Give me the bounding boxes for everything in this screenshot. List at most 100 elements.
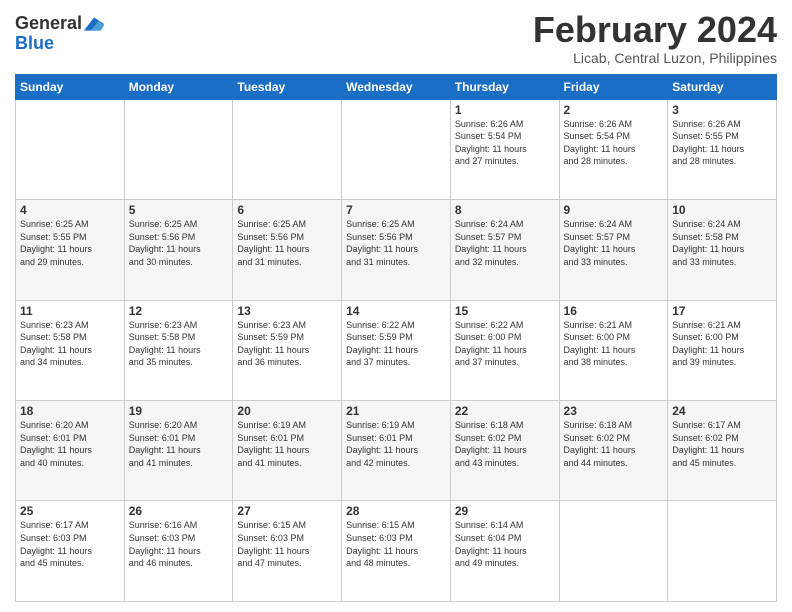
day-info: and 46 minutes. xyxy=(129,557,229,570)
day-info: and 34 minutes. xyxy=(20,356,120,369)
day-number: 18 xyxy=(20,404,120,418)
day-info: Sunset: 5:58 PM xyxy=(20,331,120,344)
table-row xyxy=(16,99,125,199)
table-row: 15Sunrise: 6:22 AMSunset: 6:00 PMDayligh… xyxy=(450,300,559,400)
day-number: 10 xyxy=(672,203,772,217)
table-row: 5Sunrise: 6:25 AMSunset: 5:56 PMDaylight… xyxy=(124,200,233,300)
day-info: Daylight: 11 hours xyxy=(346,444,446,457)
day-info: Sunset: 5:57 PM xyxy=(455,231,555,244)
table-row: 18Sunrise: 6:20 AMSunset: 6:01 PMDayligh… xyxy=(16,401,125,501)
day-info: and 30 minutes. xyxy=(129,256,229,269)
table-row: 11Sunrise: 6:23 AMSunset: 5:58 PMDayligh… xyxy=(16,300,125,400)
day-info: and 32 minutes. xyxy=(455,256,555,269)
day-number: 14 xyxy=(346,304,446,318)
day-info: and 39 minutes. xyxy=(672,356,772,369)
table-row: 26Sunrise: 6:16 AMSunset: 6:03 PMDayligh… xyxy=(124,501,233,602)
day-info: and 31 minutes. xyxy=(346,256,446,269)
day-info: Daylight: 11 hours xyxy=(564,444,664,457)
table-row xyxy=(559,501,668,602)
day-info: Daylight: 11 hours xyxy=(672,444,772,457)
day-info: and 27 minutes. xyxy=(455,155,555,168)
day-info: Daylight: 11 hours xyxy=(20,545,120,558)
day-info: and 36 minutes. xyxy=(237,356,337,369)
day-info: Daylight: 11 hours xyxy=(237,344,337,357)
table-row: 7Sunrise: 6:25 AMSunset: 5:56 PMDaylight… xyxy=(342,200,451,300)
day-info: Daylight: 11 hours xyxy=(129,344,229,357)
table-row: 27Sunrise: 6:15 AMSunset: 6:03 PMDayligh… xyxy=(233,501,342,602)
day-info: Daylight: 11 hours xyxy=(672,143,772,156)
calendar-week-5: 25Sunrise: 6:17 AMSunset: 6:03 PMDayligh… xyxy=(16,501,777,602)
day-info: and 44 minutes. xyxy=(564,457,664,470)
calendar-week-4: 18Sunrise: 6:20 AMSunset: 6:01 PMDayligh… xyxy=(16,401,777,501)
day-info: Sunrise: 6:15 AM xyxy=(237,519,337,532)
day-info: Sunrise: 6:14 AM xyxy=(455,519,555,532)
table-row: 1Sunrise: 6:26 AMSunset: 5:54 PMDaylight… xyxy=(450,99,559,199)
day-info: Sunset: 6:02 PM xyxy=(564,432,664,445)
day-info: Sunset: 5:59 PM xyxy=(237,331,337,344)
day-info: and 47 minutes. xyxy=(237,557,337,570)
title-section: February 2024 Licab, Central Luzon, Phil… xyxy=(533,10,777,66)
day-number: 17 xyxy=(672,304,772,318)
table-row: 20Sunrise: 6:19 AMSunset: 6:01 PMDayligh… xyxy=(233,401,342,501)
table-row: 22Sunrise: 6:18 AMSunset: 6:02 PMDayligh… xyxy=(450,401,559,501)
day-info: Sunrise: 6:22 AM xyxy=(455,319,555,332)
header-saturday: Saturday xyxy=(668,74,777,99)
day-number: 8 xyxy=(455,203,555,217)
day-number: 13 xyxy=(237,304,337,318)
day-number: 2 xyxy=(564,103,664,117)
day-info: Sunset: 6:01 PM xyxy=(20,432,120,445)
day-info: Daylight: 11 hours xyxy=(455,545,555,558)
day-number: 19 xyxy=(129,404,229,418)
day-number: 6 xyxy=(237,203,337,217)
header-friday: Friday xyxy=(559,74,668,99)
day-number: 25 xyxy=(20,504,120,518)
day-info: Daylight: 11 hours xyxy=(455,143,555,156)
day-info: Sunrise: 6:22 AM xyxy=(346,319,446,332)
day-info: Sunrise: 6:16 AM xyxy=(129,519,229,532)
day-info: Sunrise: 6:23 AM xyxy=(129,319,229,332)
day-info: Sunrise: 6:18 AM xyxy=(455,419,555,432)
table-row: 8Sunrise: 6:24 AMSunset: 5:57 PMDaylight… xyxy=(450,200,559,300)
day-number: 24 xyxy=(672,404,772,418)
day-info: Sunrise: 6:15 AM xyxy=(346,519,446,532)
day-info: Sunrise: 6:21 AM xyxy=(672,319,772,332)
day-info: Sunset: 5:56 PM xyxy=(237,231,337,244)
day-info: Sunset: 5:56 PM xyxy=(346,231,446,244)
day-number: 20 xyxy=(237,404,337,418)
table-row: 4Sunrise: 6:25 AMSunset: 5:55 PMDaylight… xyxy=(16,200,125,300)
header-wednesday: Wednesday xyxy=(342,74,451,99)
day-info: Sunset: 5:55 PM xyxy=(20,231,120,244)
month-title: February 2024 xyxy=(533,10,777,50)
day-number: 12 xyxy=(129,304,229,318)
logo-text-general: General xyxy=(15,14,82,34)
day-info: Sunset: 6:03 PM xyxy=(346,532,446,545)
day-info: Daylight: 11 hours xyxy=(346,545,446,558)
day-number: 23 xyxy=(564,404,664,418)
day-number: 3 xyxy=(672,103,772,117)
day-info: Sunset: 6:04 PM xyxy=(455,532,555,545)
day-info: and 33 minutes. xyxy=(564,256,664,269)
table-row: 12Sunrise: 6:23 AMSunset: 5:58 PMDayligh… xyxy=(124,300,233,400)
table-row xyxy=(668,501,777,602)
day-info: Daylight: 11 hours xyxy=(129,243,229,256)
day-info: Daylight: 11 hours xyxy=(237,545,337,558)
table-row: 10Sunrise: 6:24 AMSunset: 5:58 PMDayligh… xyxy=(668,200,777,300)
header-sunday: Sunday xyxy=(16,74,125,99)
day-info: and 41 minutes. xyxy=(129,457,229,470)
day-info: and 42 minutes. xyxy=(346,457,446,470)
day-info: and 31 minutes. xyxy=(237,256,337,269)
day-info: Sunrise: 6:25 AM xyxy=(346,218,446,231)
day-info: Sunrise: 6:24 AM xyxy=(564,218,664,231)
day-info: Sunrise: 6:24 AM xyxy=(455,218,555,231)
day-info: Daylight: 11 hours xyxy=(672,344,772,357)
day-info: Sunset: 6:03 PM xyxy=(20,532,120,545)
table-row xyxy=(233,99,342,199)
day-info: Sunset: 6:00 PM xyxy=(672,331,772,344)
day-info: Daylight: 11 hours xyxy=(564,243,664,256)
day-info: Sunrise: 6:18 AM xyxy=(564,419,664,432)
location: Licab, Central Luzon, Philippines xyxy=(533,50,777,66)
day-info: Daylight: 11 hours xyxy=(129,545,229,558)
page: General Blue February 2024 Licab, Centra… xyxy=(0,0,792,612)
calendar-header-row: Sunday Monday Tuesday Wednesday Thursday… xyxy=(16,74,777,99)
day-info: Sunset: 6:00 PM xyxy=(564,331,664,344)
